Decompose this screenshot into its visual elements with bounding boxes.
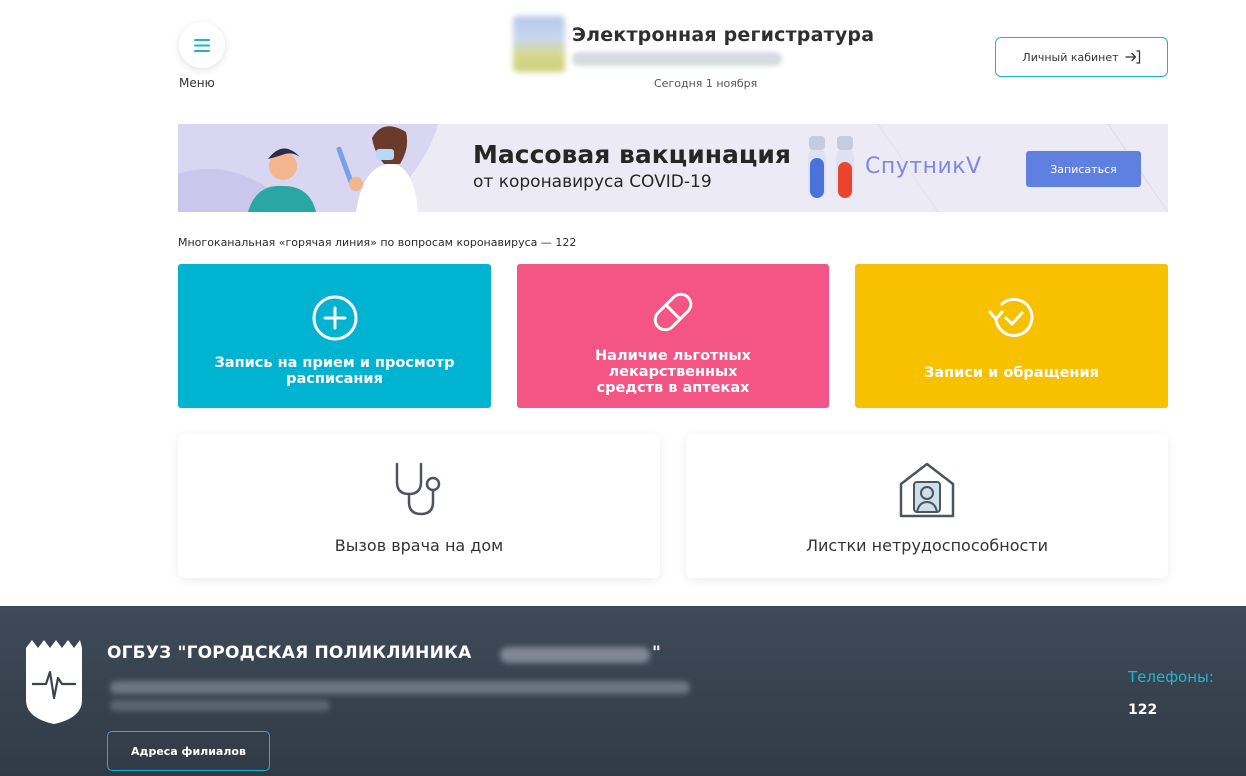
menu-button[interactable] [179, 22, 225, 68]
menu-label: Меню [179, 76, 215, 90]
banner-title: Массовая вакцинация [473, 140, 791, 169]
medicines-tile-label: Наличие льготных лекарственных средств в… [595, 348, 751, 396]
stethoscope-icon [395, 462, 441, 516]
history-clock-icon [988, 297, 1033, 337]
home-doctor-icon [899, 462, 955, 518]
today-date: Сегодня 1 ноября [654, 77, 758, 90]
sputnik-logo: СпутникV [865, 154, 982, 179]
records-tile-label: Записи и обращения [924, 365, 1099, 381]
sick-leave-card-label: Листки нетрудоспособности [805, 536, 1049, 555]
city-crest-icon [26, 640, 82, 724]
appointment-tile[interactable]: Запись на прием и просмотр расписания [178, 264, 491, 408]
organization-city-redacted [500, 647, 650, 663]
sick-leave-card[interactable]: Листки нетрудоспособности [686, 434, 1168, 578]
organization-name: ОГБУЗ "ГОРОДСКАЯ ПОЛИКЛИНИКА [107, 643, 472, 663]
plus-circle-icon [312, 295, 357, 341]
login-arrow-icon [1124, 50, 1140, 64]
enroll-button[interactable]: Записаться [1026, 151, 1141, 187]
region-logo [513, 16, 565, 72]
doctor-home-card[interactable]: Вызов врача на дом [178, 434, 660, 578]
organization-name-end: " [652, 643, 661, 663]
records-tile[interactable]: Записи и обращения [855, 264, 1168, 408]
personal-cabinet-label: Личный кабинет [1022, 50, 1119, 64]
site-title: Электронная регистратура [572, 24, 875, 46]
pill-icon [653, 292, 693, 332]
doctor-home-card-label: Вызов врача на дом [334, 536, 504, 555]
address-line2-redacted [110, 700, 330, 711]
medicines-tile[interactable]: Наличие льготных лекарственных средств в… [517, 264, 829, 408]
phones-label: Телефоны: [1128, 668, 1214, 686]
hamburger-icon [194, 38, 210, 52]
personal-cabinet-button[interactable]: Личный кабинет [995, 37, 1168, 77]
phone-number[interactable]: 122 [1128, 702, 1157, 718]
banner-subtitle: от коронавируса COVID-19 [473, 172, 712, 192]
appointment-tile-label: Запись на прием и просмотр расписания [214, 355, 455, 387]
page: Меню Электронная регистратура Сегодня 1 … [0, 0, 1246, 776]
hotline-text: Многоканальная «горячая линия» по вопрос… [178, 236, 577, 249]
address-redacted [110, 681, 690, 694]
vaccine-vials-icon [808, 136, 854, 198]
region-name-redacted [572, 52, 782, 66]
branch-addresses-button[interactable]: Адреса филиалов [107, 731, 270, 771]
